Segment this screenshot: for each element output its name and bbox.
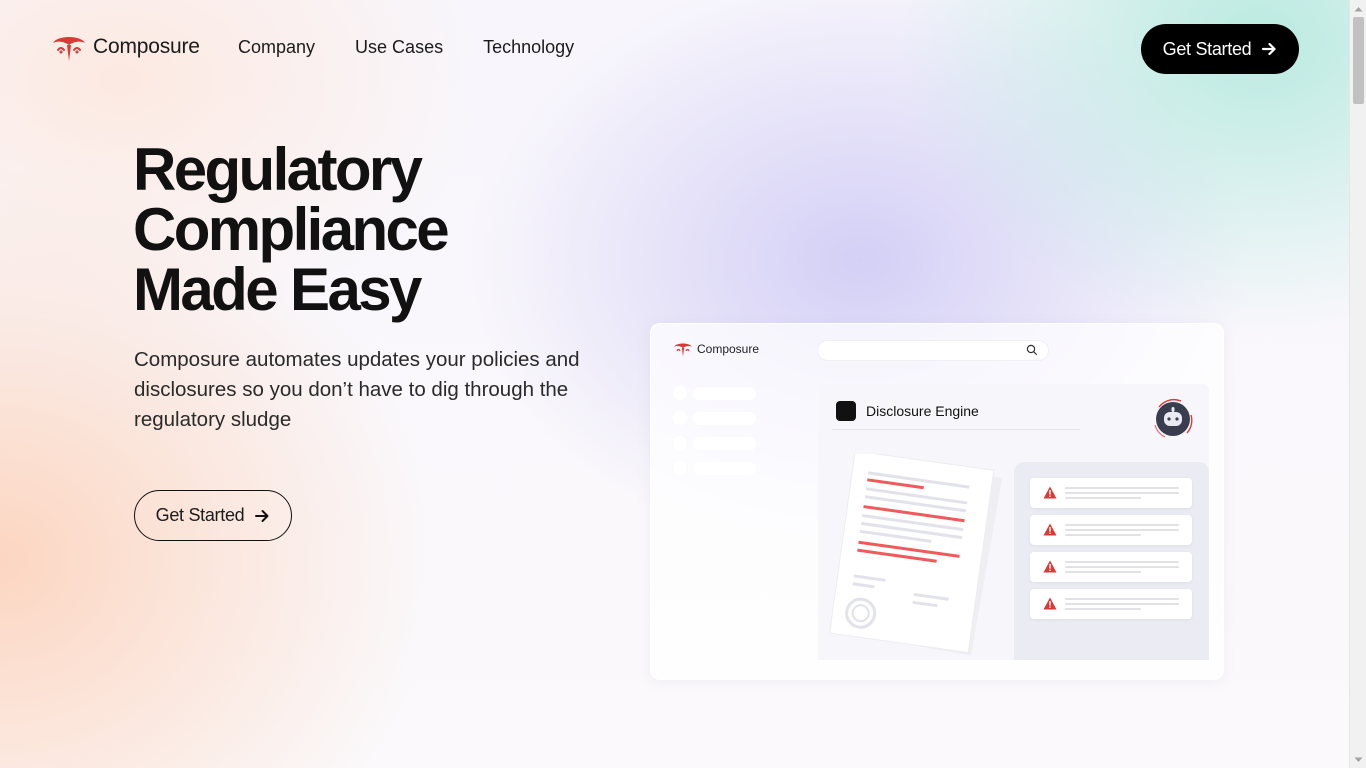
- mockup-sidebar-item: [673, 386, 756, 400]
- warning-icon: [1043, 597, 1057, 610]
- search-icon: [1026, 344, 1038, 356]
- page-scrollbar[interactable]: [1349, 0, 1366, 768]
- arrow-right-icon: [1262, 42, 1276, 56]
- mockup-brand-name: Composure: [697, 342, 760, 356]
- nav-link-company[interactable]: Company: [238, 37, 315, 58]
- mockup-search-bar: [818, 341, 1048, 360]
- panel-square-icon: [836, 401, 856, 421]
- hero-title-line-3: Made Easy: [133, 256, 422, 323]
- document-icon: [829, 454, 1003, 656]
- alert-card: [1030, 515, 1192, 545]
- alerts-panel: [1014, 462, 1209, 660]
- scroll-down-arrow-icon[interactable]: [1350, 751, 1366, 768]
- scrollbar-thumb[interactable]: [1353, 17, 1364, 104]
- alert-card: [1030, 478, 1192, 508]
- warning-icon: [1043, 486, 1057, 499]
- panel-divider: [832, 429, 1080, 430]
- hero-title-line-1: Regulatory: [133, 136, 423, 203]
- scroll-up-arrow-icon[interactable]: [1350, 0, 1366, 17]
- arrow-right-icon: [255, 509, 269, 522]
- product-mockup: Composure Disclosure Engine: [650, 323, 1224, 680]
- warning-icon: [1043, 560, 1057, 573]
- composure-logo-icon: [674, 343, 692, 357]
- disclosure-engine-panel: Disclosure Engine: [818, 384, 1209, 660]
- mockup-sidebar-item: [673, 461, 756, 475]
- composure-logo-icon: [53, 37, 85, 61]
- warning-icon: [1043, 523, 1057, 536]
- nav-link-technology[interactable]: Technology: [483, 37, 574, 58]
- alert-card: [1030, 589, 1192, 619]
- robot-avatar-icon: [1154, 398, 1193, 438]
- nav-links: Company Use Cases Technology: [238, 37, 574, 58]
- panel-header: Disclosure Engine: [836, 401, 979, 421]
- brand-logo-link[interactable]: Composure: [51, 33, 200, 61]
- alert-card: [1030, 552, 1192, 582]
- hero-subtitle: Composure automates updates your policie…: [134, 348, 580, 431]
- hero-title: Regulatory Compliance Made Easy: [133, 140, 593, 320]
- nav-get-started-button[interactable]: Get Started: [1141, 24, 1299, 74]
- panel-title: Disclosure Engine: [866, 403, 979, 419]
- hero-get-started-label: Get Started: [155, 505, 245, 525]
- mockup-sidebar-item: [673, 436, 756, 450]
- hero-get-started-button[interactable]: Get Started: [134, 490, 292, 541]
- nav-link-use-cases[interactable]: Use Cases: [355, 37, 443, 58]
- top-nav: Composure Company Use Cases Technology G…: [0, 0, 1349, 98]
- nav-get-started-label: Get Started: [1162, 38, 1252, 59]
- mockup-logo: Composure: [673, 341, 759, 357]
- brand-name: Composure: [93, 35, 200, 58]
- mockup-sidebar-item: [673, 411, 756, 425]
- mockup-sidebar: [673, 386, 756, 486]
- hero-title-line-2: Compliance: [133, 196, 450, 263]
